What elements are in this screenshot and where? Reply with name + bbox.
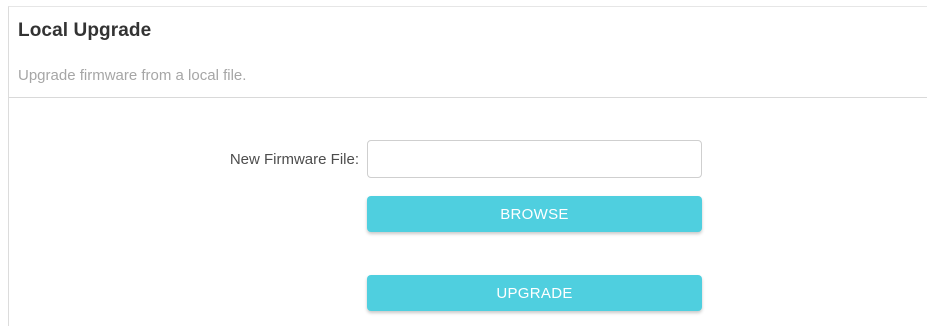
local-upgrade-panel: Local Upgrade Upgrade firmware from a lo…	[8, 6, 927, 326]
firmware-file-input[interactable]	[367, 140, 702, 178]
section-title: Local Upgrade	[18, 20, 152, 41]
section-divider	[9, 97, 927, 98]
firmware-file-label: New Firmware File:	[229, 151, 359, 168]
browse-button[interactable]: BROWSE	[367, 196, 702, 232]
section-description: Upgrade firmware from a local file.	[18, 67, 247, 84]
upgrade-button[interactable]: UPGRADE	[367, 275, 702, 311]
